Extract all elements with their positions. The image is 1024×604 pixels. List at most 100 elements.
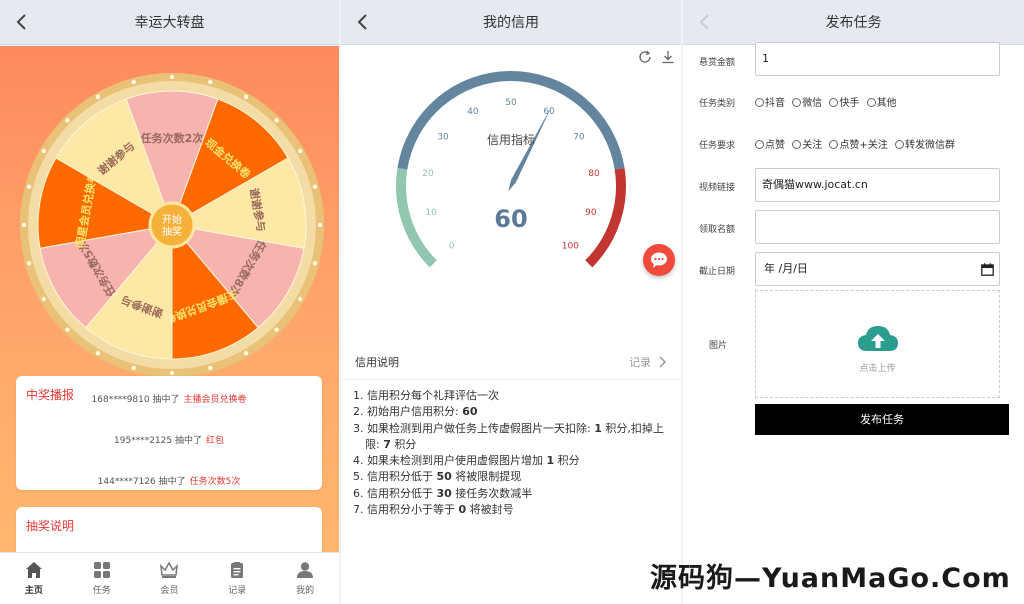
radio-other[interactable]: 其他 — [866, 94, 897, 109]
gauge-tick-label: 20 — [422, 169, 434, 179]
rule-item: 6. 信用积分低于 30 接任务次数减半 — [353, 486, 533, 500]
gauge-tick — [446, 103, 451, 108]
gauge-tick — [604, 150, 610, 153]
wheel-light — [41, 296, 47, 302]
radio-kuaishou[interactable]: 快手 — [829, 94, 859, 109]
gauge-tick — [432, 116, 437, 121]
gauge-tick — [593, 241, 598, 245]
tab-member[interactable]: 会员 — [136, 553, 204, 604]
chat-button[interactable] — [643, 244, 675, 276]
gauge-tick — [603, 168, 614, 173]
radio-follow[interactable]: 关注 — [792, 136, 822, 151]
tab-label: 会员 — [160, 586, 179, 596]
wheel-light — [297, 148, 303, 154]
tab-tasks[interactable]: 任务 — [68, 553, 136, 604]
wheel-light — [274, 327, 279, 332]
gauge-tick — [586, 124, 596, 132]
video-link-input[interactable]: 奇偶猫www.jocat.cn — [755, 168, 1000, 202]
gauge-tick — [436, 251, 446, 261]
gauge-tick-label: 80 — [588, 169, 600, 179]
bottom-tabbar: 主页 任务 会员 记录 我的 — [0, 552, 339, 604]
header: 幸运大转盘 — [0, 0, 339, 45]
gauge-tick — [607, 159, 612, 162]
rule-item: 3. 如果检测到用户做任务上传虚假图片一天扣除: 1 积分,扣掉上限: 7 积分 — [353, 421, 664, 451]
wheel-light — [317, 222, 323, 228]
winner-user: 168****9810 抽中了 — [91, 395, 180, 405]
rule-item: 2. 初始用户信用积分: 60 — [353, 405, 478, 419]
credit-screen: 我的信用 0 10 20 30 40 50 60 70 80 90 100 信用指标 60 信用说明… — [341, 0, 681, 604]
quota-input[interactable] — [755, 210, 1000, 244]
radio-douyin[interactable]: 抖音 — [755, 94, 785, 109]
calendar-icon[interactable] — [981, 263, 994, 276]
gauge-tick — [424, 241, 429, 245]
gauge-tick-label: 0 — [449, 241, 455, 251]
wheel-light — [95, 94, 101, 100]
gauge-tick — [598, 233, 603, 237]
credit-gauge: 0102030405060708090100 — [396, 71, 626, 268]
publish-task-screen: 发布任务 悬赏金额 1 任务类别 抖音 微信 快手 其他 任务要求 点赞 关注 … — [683, 0, 1024, 604]
category-options: 抖音 微信 快手 其他 — [755, 94, 901, 109]
gauge-value: 60 — [494, 205, 528, 233]
wheel-light — [65, 118, 70, 123]
deadline-input[interactable]: 年 /月/日 — [755, 252, 1000, 286]
requirement-options: 点赞 关注 点赞+关注 转发微信群 — [755, 136, 959, 151]
start-label: 抽奖 — [162, 225, 182, 238]
video-label: 视频链接 — [699, 183, 736, 193]
winner-row: 195****2125 抽中了 红包 — [16, 433, 322, 446]
requirement-label: 任务要求 — [699, 141, 736, 151]
prize-wheel[interactable]: 任务次数2次 现金兑换卷谢谢参与任务次数8次主播会员兑换卷谢谢参与任务次数5次明星… — [12, 65, 332, 385]
records-link[interactable]: 记录 — [629, 354, 651, 370]
gauge-tick — [412, 150, 418, 153]
tab-mine[interactable]: 我的 — [271, 553, 339, 604]
wheel-light — [169, 74, 175, 80]
winners-card: 中奖播报 168****9810 抽中了 主播会员兑换卷 195****2125 … — [16, 376, 322, 490]
clipboard-icon — [231, 562, 244, 578]
wheel-light — [208, 79, 213, 85]
chat-bubble-icon — [651, 252, 667, 268]
tab-label: 任务 — [92, 586, 111, 596]
winner-user: 195****2125 抽中了 — [114, 436, 202, 446]
winner-prize: 任务次数5次 — [189, 477, 241, 487]
wheel-light — [131, 79, 136, 85]
gauge-tick — [610, 198, 615, 200]
gauge-tick — [426, 124, 436, 132]
gauge-tick-label: 60 — [543, 107, 555, 117]
radio-forward-wechat[interactable]: 转发微信群 — [894, 136, 955, 151]
radio-like-follow[interactable]: 点赞+关注 — [829, 136, 888, 151]
tab-records[interactable]: 记录 — [203, 553, 271, 604]
radio-wechat[interactable]: 微信 — [792, 94, 822, 109]
rule-item: 4. 如果未检测到用户使用虚假图片增加 1 积分 — [353, 454, 580, 468]
page-title: 发布任务 — [825, 15, 882, 31]
winner-row: 144****7126 抽中了 任务次数5次 — [16, 474, 322, 487]
winner-row: 168****9810 抽中了 主播会员兑换卷 — [16, 392, 322, 405]
gauge-tick — [564, 97, 568, 102]
page-title: 我的信用 — [483, 15, 539, 31]
image-upload-area[interactable]: 点击上传 — [755, 290, 1000, 398]
gauge-tick — [491, 83, 493, 88]
watermark: 源码狗—YuanMaGo.Com — [650, 563, 1011, 594]
cloud-upload-icon — [858, 326, 898, 351]
wheel-light — [169, 370, 175, 376]
wheel-light — [131, 365, 136, 371]
gauge-tick — [439, 109, 443, 114]
reward-input[interactable]: 1 — [755, 42, 1000, 76]
gauge-tick — [463, 92, 470, 103]
header: 发布任务 — [683, 0, 1024, 45]
lucky-wheel-screen: 幸运大转盘 任务次数2次 现金兑换卷 谢谢参与 任务次数8次 主播会员兑换卷 谢谢参与 任务… — [0, 0, 339, 604]
chevron-right-icon[interactable] — [657, 355, 667, 369]
image-label: 图片 — [709, 341, 728, 351]
tab-home[interactable]: 主页 — [0, 553, 68, 604]
wheel-light — [312, 184, 318, 189]
radio-like[interactable]: 点赞 — [755, 136, 785, 151]
winner-prize: 红包 — [205, 436, 224, 446]
reward-label: 悬赏金额 — [699, 58, 736, 68]
wheel-light — [297, 296, 303, 302]
gauge-tick-label: 50 — [505, 98, 517, 108]
category-label: 任务类别 — [699, 99, 736, 109]
publish-task-button[interactable]: 发布任务 — [755, 404, 1009, 435]
draw-rules-title: 抽奖说明 — [26, 519, 75, 533]
gauge-tick — [410, 159, 415, 162]
gauge-tick — [472, 89, 475, 94]
gauge-tick — [538, 85, 541, 91]
gauge-tick — [576, 251, 586, 261]
